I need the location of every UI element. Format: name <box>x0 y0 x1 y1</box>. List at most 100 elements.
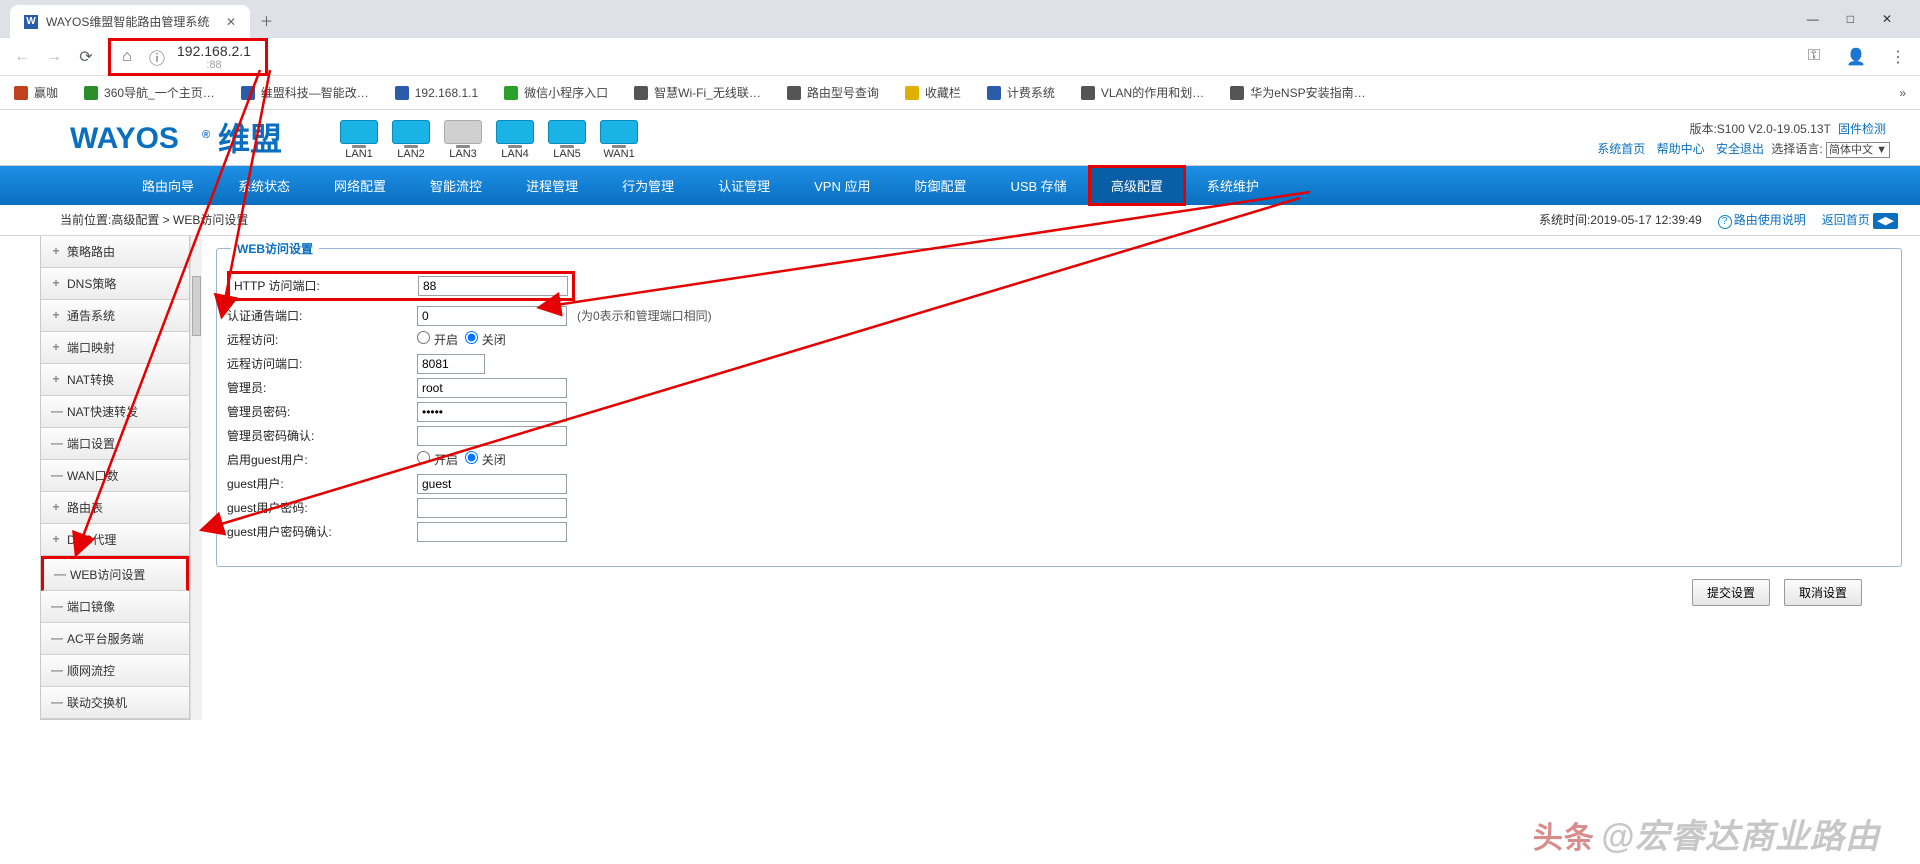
window-buttons: — □ ✕ <box>1779 12 1920 38</box>
menu-item[interactable]: 认证管理 <box>696 166 792 205</box>
bookmark-item[interactable]: 华为eNSP安装指南… <box>1230 84 1365 101</box>
remote-port-input[interactable] <box>417 354 485 374</box>
window-min-icon[interactable]: — <box>1807 12 1819 26</box>
admin-input[interactable] <box>417 378 567 398</box>
menu-item[interactable]: USB 存储 <box>988 166 1088 205</box>
menu-item[interactable]: 系统状态 <box>216 166 312 205</box>
window-max-icon[interactable]: □ <box>1847 12 1854 26</box>
menu-icon[interactable]: ⋮ <box>1888 47 1908 67</box>
bookmark-icon <box>1230 86 1244 100</box>
sidebar-item-label: 端口镜像 <box>67 598 115 615</box>
admin-pw-input[interactable] <box>417 402 567 422</box>
menu-item[interactable]: 高级配置 <box>1089 166 1185 205</box>
menu-item[interactable]: 防御配置 <box>892 166 988 205</box>
bookmark-icon <box>787 86 801 100</box>
menu-item[interactable]: 路由向导 <box>120 166 216 205</box>
sidebar-item-label: 路由表 <box>67 499 103 516</box>
site-info-icon[interactable]: ⓘ <box>147 45 167 69</box>
guest-pw2-input[interactable] <box>417 522 567 542</box>
nav-back-icon[interactable]: ← <box>12 48 32 66</box>
firmware-link[interactable]: 固件检测 <box>1838 122 1886 136</box>
help-link[interactable]: ?路由使用说明 <box>1718 211 1806 229</box>
submit-button[interactable]: 提交设置 <box>1692 579 1770 606</box>
menu-item[interactable]: 行为管理 <box>600 166 696 205</box>
sidebar-item[interactable]: —AC平台服务端 <box>41 623 189 655</box>
sidebar-scrollbar[interactable] <box>190 236 202 720</box>
sidebar-item[interactable]: +DNS策略 <box>41 268 189 300</box>
cancel-button[interactable]: 取消设置 <box>1784 579 1862 606</box>
bookmark-item[interactable]: 192.168.1.1 <box>395 86 478 100</box>
remote-on-radio[interactable]: 开启 <box>417 331 458 348</box>
bookmark-item[interactable]: 360导航_一个主页… <box>84 84 215 101</box>
nav-reload-icon[interactable]: ⟳ <box>76 47 96 67</box>
browser-tab[interactable]: W WAYOS维盟智能路由管理系统 ✕ <box>10 5 250 38</box>
port-LAN2: LAN2 <box>392 120 430 160</box>
tab-title: WAYOS维盟智能路由管理系统 <box>46 13 209 30</box>
bookmark-icon <box>1081 86 1095 100</box>
bookmarks-bar: 赢咖 360导航_一个主页… 维盟科技—智能改… 192.168.1.1 微信小程序入口… <box>0 76 1920 110</box>
menu-item[interactable]: 网络配置 <box>312 166 408 205</box>
menu-item[interactable]: 进程管理 <box>504 166 600 205</box>
sidebar-item[interactable]: —WEB访问设置 <box>41 556 189 591</box>
key-icon[interactable]: ⚿ <box>1804 47 1824 67</box>
window-close-icon[interactable]: ✕ <box>1882 12 1892 26</box>
sidebar-item[interactable]: +路由表 <box>41 492 189 524</box>
home-icon[interactable]: ⌂ <box>117 48 137 66</box>
bookmark-item[interactable]: 路由型号查询 <box>787 84 879 101</box>
link-help[interactable]: 帮助中心 <box>1657 142 1705 156</box>
minus-icon: — <box>51 631 61 645</box>
guest-off-radio[interactable]: 关闭 <box>465 451 506 468</box>
profile-icon[interactable]: 👤 <box>1846 47 1866 67</box>
http-port-input[interactable] <box>418 276 568 296</box>
sidebar-item[interactable]: +通告系统 <box>41 300 189 332</box>
remote-off-radio[interactable]: 关闭 <box>465 331 506 348</box>
plus-icon: + <box>51 244 61 258</box>
sidebar-item[interactable]: —联动交换机 <box>41 687 189 719</box>
remote-port-label: 远程访问端口: <box>227 355 417 372</box>
bookmark-item[interactable]: 计费系统 <box>987 84 1055 101</box>
lang-select[interactable]: 简体中文 ▼ <box>1826 142 1890 158</box>
sidebar-item[interactable]: —端口设置 <box>41 428 189 460</box>
watermark-head: 头条 <box>1533 822 1595 855</box>
close-icon[interactable]: ✕ <box>226 15 236 29</box>
sidebar-item[interactable]: —NAT快速转发 <box>41 396 189 428</box>
link-home[interactable]: 系统首页 <box>1597 142 1645 156</box>
link-logout[interactable]: 安全退出 <box>1716 142 1764 156</box>
sidebar-item[interactable]: —WAN口数 <box>41 460 189 492</box>
bookmarks-overflow-icon[interactable]: » <box>1899 86 1906 100</box>
watermark: 头条@宏睿达商业路由 <box>1533 809 1880 858</box>
menu-item[interactable]: 系统维护 <box>1185 166 1281 205</box>
panel-title: WEB访问设置 <box>231 240 319 257</box>
guest-on-radio[interactable]: 开启 <box>417 451 458 468</box>
bookmark-item[interactable]: 维盟科技—智能改… <box>241 84 369 101</box>
content-body: +策略路由+DNS策略+通告系统+端口映射+NAT转换—NAT快速转发—端口设置… <box>0 236 1920 720</box>
sidebar-item[interactable]: —端口镜像 <box>41 591 189 623</box>
bookmark-item[interactable]: 收藏栏 <box>905 84 961 101</box>
bookmark-icon <box>634 86 648 100</box>
url-text[interactable]: 192.168.2.1:88 <box>177 43 251 71</box>
back-home-link[interactable]: 返回首页 ◀▶ <box>1822 211 1898 228</box>
sidebar-item[interactable]: +策略路由 <box>41 236 189 268</box>
monitor-icon <box>392 120 430 144</box>
menu-item[interactable]: 智能流控 <box>408 166 504 205</box>
bookmark-item[interactable]: VLAN的作用和划… <box>1081 84 1204 101</box>
bookmark-item[interactable]: 赢咖 <box>14 84 58 101</box>
bookmark-icon <box>504 86 518 100</box>
new-tab-button[interactable]: ＋ <box>250 3 283 38</box>
url-highlight: ⌂ ⓘ 192.168.2.1:88 <box>108 38 268 76</box>
auth-port-input[interactable] <box>417 306 567 326</box>
guest-pw-input[interactable] <box>417 498 567 518</box>
bookmark-item[interactable]: 智慧Wi-Fi_无线联… <box>634 84 761 101</box>
minus-icon: — <box>54 567 64 581</box>
sidebar-item[interactable]: +端口映射 <box>41 332 189 364</box>
plus-icon: + <box>51 372 61 386</box>
sidebar-item[interactable]: +DNS代理 <box>41 524 189 556</box>
guest-input[interactable] <box>417 474 567 494</box>
nav-forward-icon[interactable]: → <box>44 48 64 66</box>
menu-item[interactable]: VPN 应用 <box>792 166 892 205</box>
admin-pw2-input[interactable] <box>417 426 567 446</box>
sidebar-item[interactable]: —顺网流控 <box>41 655 189 687</box>
bookmark-item[interactable]: 微信小程序入口 <box>504 84 608 101</box>
svg-text:WAYOS: WAYOS <box>70 122 179 155</box>
sidebar-item[interactable]: +NAT转换 <box>41 364 189 396</box>
